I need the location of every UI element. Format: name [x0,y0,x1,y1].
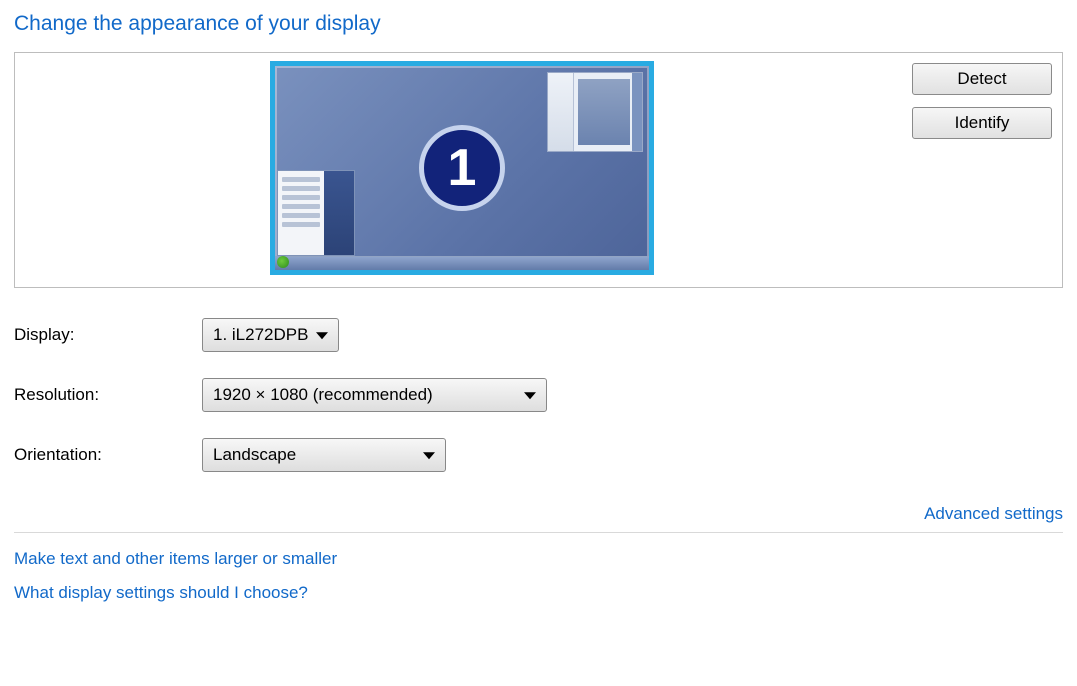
resolution-label: Resolution: [14,385,202,405]
chevron-down-icon [316,332,328,339]
monitor-number-badge: 1 [419,125,505,211]
monitor-preview-startmenu-icon [277,170,355,256]
detect-button[interactable]: Detect [912,63,1052,95]
chevron-down-icon [423,452,435,459]
orientation-select[interactable]: Landscape [202,438,446,472]
display-select-value: 1. iL272DPB [213,325,308,345]
help-link[interactable]: What display settings should I choose? [14,583,1063,603]
page-title: Change the appearance of your display [14,12,1063,36]
orientation-select-value: Landscape [213,445,296,465]
divider [14,532,1063,533]
identify-button[interactable]: Identify [912,107,1052,139]
resolution-select-value: 1920 × 1080 (recommended) [213,385,433,405]
orientation-label: Orientation: [14,445,202,465]
text-size-link[interactable]: Make text and other items larger or smal… [14,549,1063,569]
display-preview-region: 1 Detect Identify [14,52,1063,288]
advanced-settings-link[interactable]: Advanced settings [924,504,1063,523]
chevron-down-icon [524,392,536,399]
resolution-select[interactable]: 1920 × 1080 (recommended) [202,378,547,412]
display-label: Display: [14,325,202,345]
display-select[interactable]: 1. iL272DPB [202,318,339,352]
monitor-preview-taskbar-icon [275,256,649,270]
monitor-preview-window-icon [547,72,643,152]
monitor-preview-start-orb-icon [277,256,289,268]
monitor-thumbnail[interactable]: 1 [270,61,654,275]
